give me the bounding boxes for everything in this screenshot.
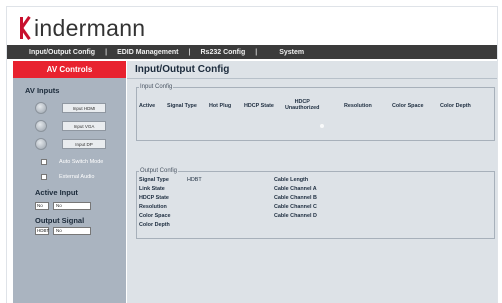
col-color-space: Color Space [392,103,424,109]
auto-switch-label: Auto Switch Mode [59,159,104,165]
col-signal-type: Signal Type [167,103,197,109]
col-active: Active [139,103,156,109]
main-content: Input/Output Config Input Config Active … [127,61,497,303]
out-cable-channel-d-label: Cable Channel D [274,213,317,219]
active-input-value: No [53,202,91,210]
col-hot-plug: Hot Plug [209,103,232,109]
out-signal-type-label: Signal Type [139,177,169,183]
av-inputs-title: AV Inputs [25,86,60,95]
out-resolution-label: Resolution [139,204,167,210]
input-hdmi-button[interactable]: Input HDMI [62,103,106,113]
logo-k-icon [19,15,33,41]
logo-text: indermann [34,15,146,41]
output-signal-title: Output Signal [35,216,85,225]
nav-system[interactable]: System [259,49,312,56]
out-color-space-label: Color Space [139,213,171,219]
sidebar: AV Controls AV Inputs Input HDMI Input V… [13,61,126,303]
col-color-depth: Color Depth [440,103,471,109]
nav-rs232-config[interactable]: Rs232 Config [193,49,254,56]
input-row-hdmi: Input HDMI [35,102,106,114]
external-audio-checkbox[interactable] [41,174,47,180]
kindermann-logo: indermann [19,11,145,45]
input-vga-radio[interactable] [35,120,47,132]
out-signal-type-value: HDBT [187,177,202,183]
output-signal-code: HDBT [35,227,50,235]
col-resolution: Resolution [344,103,372,109]
col-hdcp-unauthorized: HDCP Unauthorized [285,99,320,111]
out-cable-channel-c-label: Cable Channel C [274,204,317,210]
external-audio-row: External Audio [41,174,94,180]
av-controls-header: AV Controls [13,61,126,78]
out-cable-channel-b-label: Cable Channel B [274,195,317,201]
page: indermann Input/Output Config | EDID Man… [6,6,498,303]
output-signal-fields: HDBT No [35,227,91,235]
loading-indicator [320,124,324,128]
output-config-legend: Output Config [140,168,178,174]
out-color-depth-label: Color Depth [139,222,170,228]
output-signal-value: No [53,227,91,235]
nav-input-output-config[interactable]: Input/Output Config [7,49,103,56]
out-cable-channel-a-label: Cable Channel A [274,186,317,192]
output-config-panel: Output Config Signal Type HDBT Link Stat… [136,168,495,239]
top-nav: Input/Output Config | EDID Management | … [7,45,497,59]
active-input-fields: No No [35,202,91,210]
input-row-dp: Input DP [35,138,106,150]
out-link-state-label: Link State [139,186,165,192]
auto-switch-row: Auto Switch Mode [41,159,103,165]
external-audio-label: External Audio [59,174,95,180]
page-title: Input/Output Config [135,64,230,75]
input-dp-button[interactable]: Input DP [62,139,106,149]
col-hdcp-state: HDCP State [244,103,274,109]
auto-switch-checkbox[interactable] [41,159,47,165]
out-cable-length-label: Cable Length [274,177,309,183]
title-divider [127,78,497,79]
input-row-vga: Input VGA [35,120,106,132]
active-input-code: No [35,202,49,210]
input-hdmi-radio[interactable] [35,102,47,114]
input-vga-button[interactable]: Input VGA [62,121,106,131]
active-input-title: Active Input [35,188,78,197]
nav-edid-management[interactable]: EDID Management [109,49,186,56]
input-config-legend: Input Config [140,84,173,90]
input-config-panel: Input Config Active Signal Type Hot Plug… [136,84,495,141]
input-dp-radio[interactable] [35,138,47,150]
out-hdcp-state-label: HDCP State [139,195,169,201]
